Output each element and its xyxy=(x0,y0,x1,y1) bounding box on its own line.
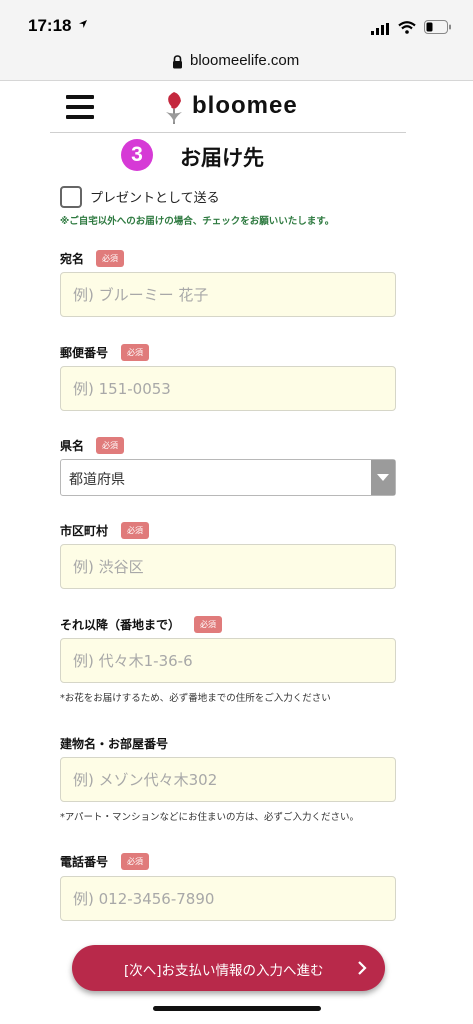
location-arrow-icon xyxy=(78,18,88,32)
street-label: それ以降（番地まで） xyxy=(60,618,181,632)
step-number-badge: 3 xyxy=(121,139,153,171)
building-label: 建物名・お部屋番号 xyxy=(60,737,169,751)
prefecture-label: 県名 xyxy=(60,439,85,453)
next-payment-button[interactable]: [次へ]お支払い情報の入力へ進む xyxy=(72,945,385,991)
hamburger-menu-icon[interactable] xyxy=(66,95,94,119)
required-badge: 必須 xyxy=(121,522,149,539)
next-button-label: [次へ]お支払い情報の入力へ進む xyxy=(124,963,324,979)
required-badge: 必須 xyxy=(96,250,124,267)
required-badge: 必須 xyxy=(194,616,222,633)
city-label: 市区町村 xyxy=(60,524,109,538)
gift-note: ※ご自宅以外へのお届けの場合、チェックをお願いいたします。 xyxy=(60,216,335,227)
prefecture-select[interactable]: 都道府県 xyxy=(60,459,396,496)
prefecture-select-value: 都道府県 xyxy=(69,472,125,488)
recipient-name-input[interactable] xyxy=(60,272,396,317)
street-hint: *お花をお届けするため、必ず番地までの住所をご入力ください xyxy=(60,693,331,704)
required-badge: 必須 xyxy=(121,853,149,870)
url-text[interactable]: bloomeelife.com xyxy=(190,52,299,69)
postal-code-input[interactable] xyxy=(60,366,396,411)
phone-input[interactable] xyxy=(60,876,396,921)
site-logo[interactable]: bloomee xyxy=(192,92,298,120)
header-divider xyxy=(50,132,406,133)
cellular-signal-icon xyxy=(371,20,391,39)
battery-icon xyxy=(424,19,452,38)
chevron-right-icon xyxy=(357,960,367,980)
wifi-icon xyxy=(398,19,416,38)
gift-checkbox-label[interactable]: プレゼントとして送る xyxy=(90,187,220,206)
lock-icon xyxy=(172,54,183,73)
postal-label: 郵便番号 xyxy=(60,346,109,360)
required-badge: 必須 xyxy=(121,344,149,361)
status-time: 17:18 xyxy=(28,16,72,35)
street-address-input[interactable] xyxy=(60,638,396,683)
city-input[interactable] xyxy=(60,544,396,589)
name-label: 宛名 xyxy=(60,252,85,266)
building-hint: *アパート・マンションなどにお住まいの方は、必ずご入力ください。 xyxy=(60,812,360,823)
gift-checkbox[interactable] xyxy=(60,186,82,208)
required-badge: 必須 xyxy=(96,437,124,454)
status-bar: 17:18 xyxy=(0,0,473,44)
bloomee-flower-logo-icon xyxy=(162,90,186,124)
phone-label: 電話番号 xyxy=(60,855,109,869)
dropdown-arrow-icon[interactable] xyxy=(371,460,395,495)
section-title: お届け先 xyxy=(180,146,264,170)
building-input[interactable] xyxy=(60,757,396,802)
browser-address-bar[interactable]: bloomeelife.com xyxy=(0,44,473,81)
home-indicator[interactable] xyxy=(153,1006,321,1011)
